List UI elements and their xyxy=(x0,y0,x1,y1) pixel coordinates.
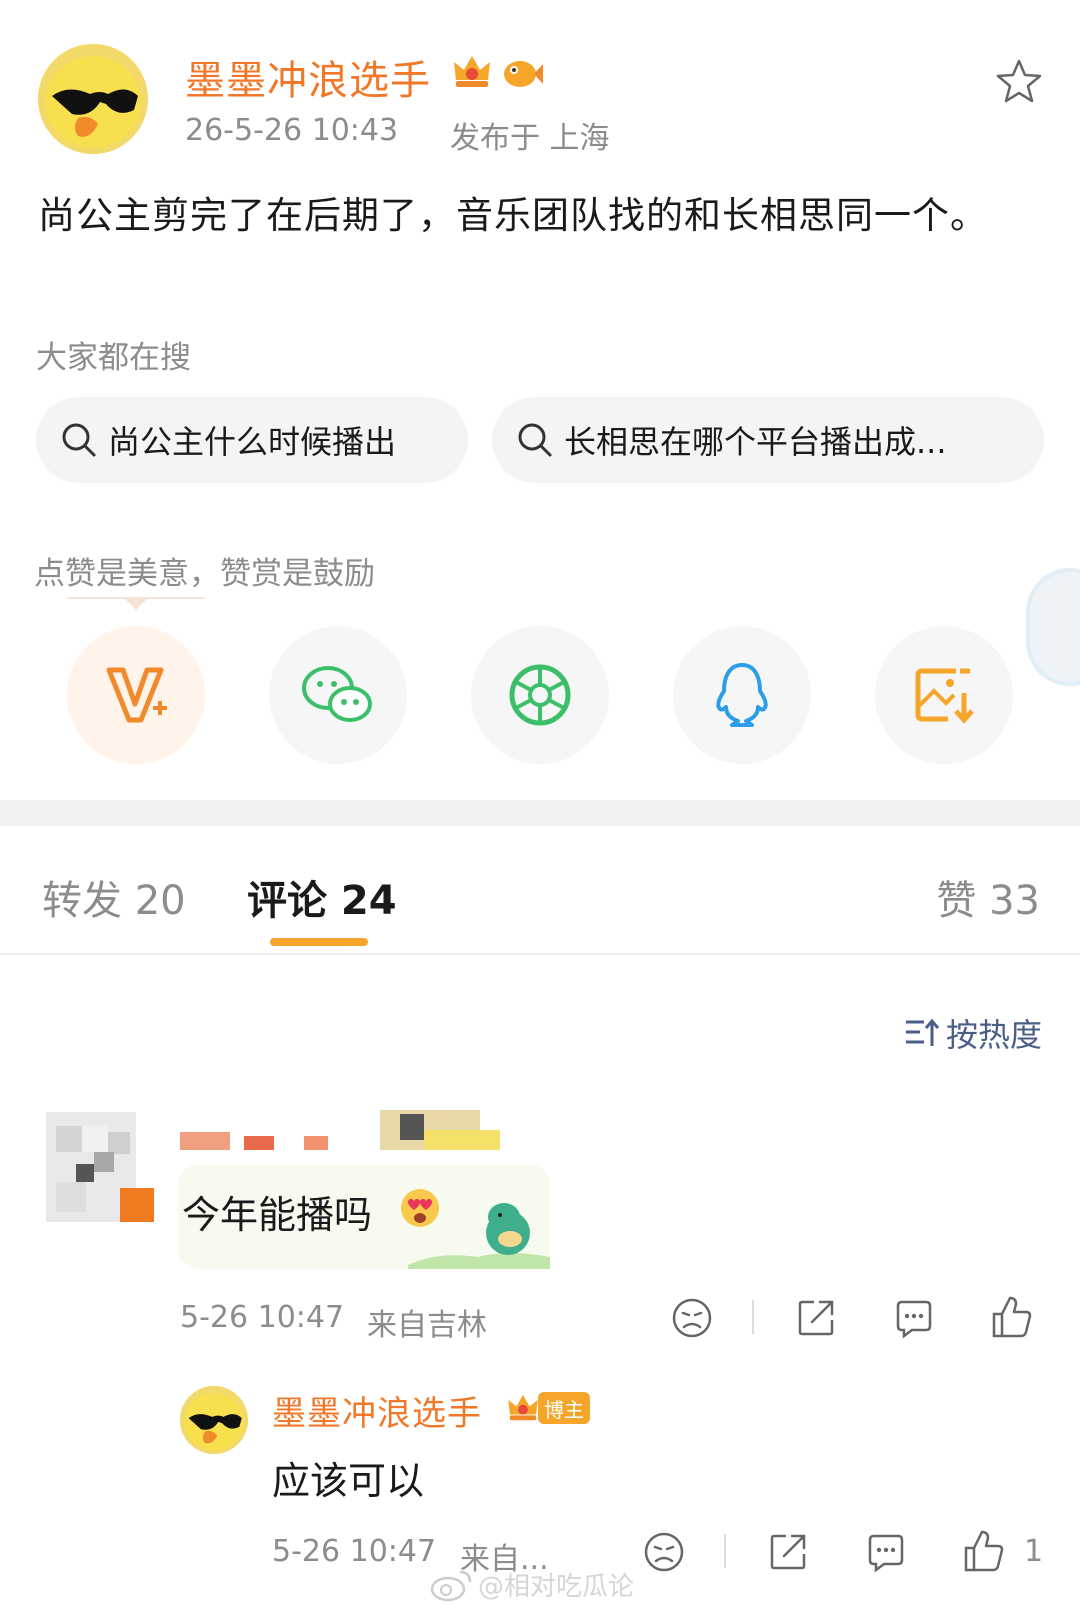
vplus-icon xyxy=(106,667,167,723)
reply-dislike-icon[interactable] xyxy=(642,1530,686,1574)
reply-author-name[interactable]: 墨墨冲浪选手 xyxy=(272,1386,482,1435)
qq-icon xyxy=(716,663,768,727)
reply-like-icon[interactable] xyxy=(962,1528,1006,1574)
reward-pointer xyxy=(68,596,204,616)
moments-share-button[interactable] xyxy=(471,626,609,764)
search-chip-1[interactable]: 尚公主什么时候播出 xyxy=(36,397,468,483)
post-location: 发布于 上海 xyxy=(450,121,610,156)
comment-text: 今年能播吗 xyxy=(182,1193,373,1237)
wechat-share-button[interactable] xyxy=(269,626,407,764)
post-time: 26-5-26 10:43 xyxy=(185,113,399,148)
author-avatar[interactable] xyxy=(38,44,148,154)
blurred-avatar-icon xyxy=(46,1112,154,1222)
tab-like[interactable]: 赞 33 xyxy=(936,868,1040,926)
reply-text: 应该可以 xyxy=(272,1459,425,1503)
reward-label: 点赞是美意，赞赏是鼓励 xyxy=(34,556,375,592)
post-author-name[interactable]: 墨墨冲浪选手 xyxy=(185,48,431,106)
moments-icon xyxy=(509,664,571,726)
floating-side-button[interactable] xyxy=(1030,572,1080,682)
search-chip-1-text: 尚公主什么时候播出 xyxy=(108,423,397,461)
post-body-text: 尚公主剪完了在后期了，音乐团队找的和长相思同一个。 xyxy=(38,194,988,237)
commenter-name-blurred[interactable] xyxy=(180,1110,500,1154)
search-icon xyxy=(62,423,96,457)
commenter-avatar[interactable] xyxy=(36,1112,154,1228)
reply-reply-icon[interactable] xyxy=(864,1530,908,1574)
heart-eyes-emoji-icon xyxy=(398,1186,442,1230)
reply-icon[interactable] xyxy=(892,1296,936,1340)
reply-like-count: 1 xyxy=(1024,1534,1044,1569)
duck-avatar-icon xyxy=(38,44,148,154)
sort-label: 按热度 xyxy=(945,1016,1042,1054)
qq-share-button[interactable] xyxy=(673,626,811,764)
comment-time: 5-26 10:47 xyxy=(180,1300,345,1335)
crown-badge-icon xyxy=(450,50,494,94)
tab-repost[interactable]: 转发 20 xyxy=(42,868,186,926)
sort-icon xyxy=(905,1018,940,1046)
favorite-star-icon[interactable] xyxy=(994,56,1044,106)
sort-by-hot-button[interactable]: 按热度 xyxy=(904,1010,1042,1056)
duck-avatar-icon xyxy=(180,1386,248,1454)
reply-share-icon[interactable] xyxy=(766,1530,810,1574)
comment-location: 来自吉林 xyxy=(367,1308,487,1343)
share-icon[interactable] xyxy=(794,1296,838,1340)
wechat-icon xyxy=(302,666,372,722)
reply-crown-badge-icon xyxy=(505,1390,541,1426)
section-divider xyxy=(0,800,1080,826)
reply-time: 5-26 10:47 xyxy=(272,1534,437,1569)
action-separator xyxy=(752,1300,754,1334)
fish-badge-icon xyxy=(500,50,544,94)
blogger-badge: 博主 xyxy=(538,1392,590,1424)
search-icon xyxy=(518,423,552,457)
reply-author-avatar[interactable] xyxy=(180,1386,248,1454)
like-icon[interactable] xyxy=(990,1294,1034,1340)
save-image-icon xyxy=(915,668,974,724)
save-image-button[interactable] xyxy=(875,626,1013,764)
watermark-text: @相对吃瓜论 xyxy=(478,1572,635,1602)
weibo-logo-icon xyxy=(430,1570,472,1601)
tabs-bottom-border xyxy=(0,953,1080,955)
watermark: @相对吃瓜论 xyxy=(430,1566,634,1603)
vplus-share-button[interactable] xyxy=(67,626,205,764)
search-chip-2[interactable]: 长相思在哪个平台播出成... xyxy=(492,397,1044,483)
tab-comment[interactable]: 评论 24 xyxy=(247,868,397,926)
dislike-icon[interactable] xyxy=(670,1296,714,1340)
active-tab-indicator xyxy=(270,938,368,946)
search-chip-2-text: 长相思在哪个平台播出成... xyxy=(564,423,947,461)
reply-action-separator xyxy=(724,1534,726,1568)
search-section-label: 大家都在搜 xyxy=(36,340,191,376)
